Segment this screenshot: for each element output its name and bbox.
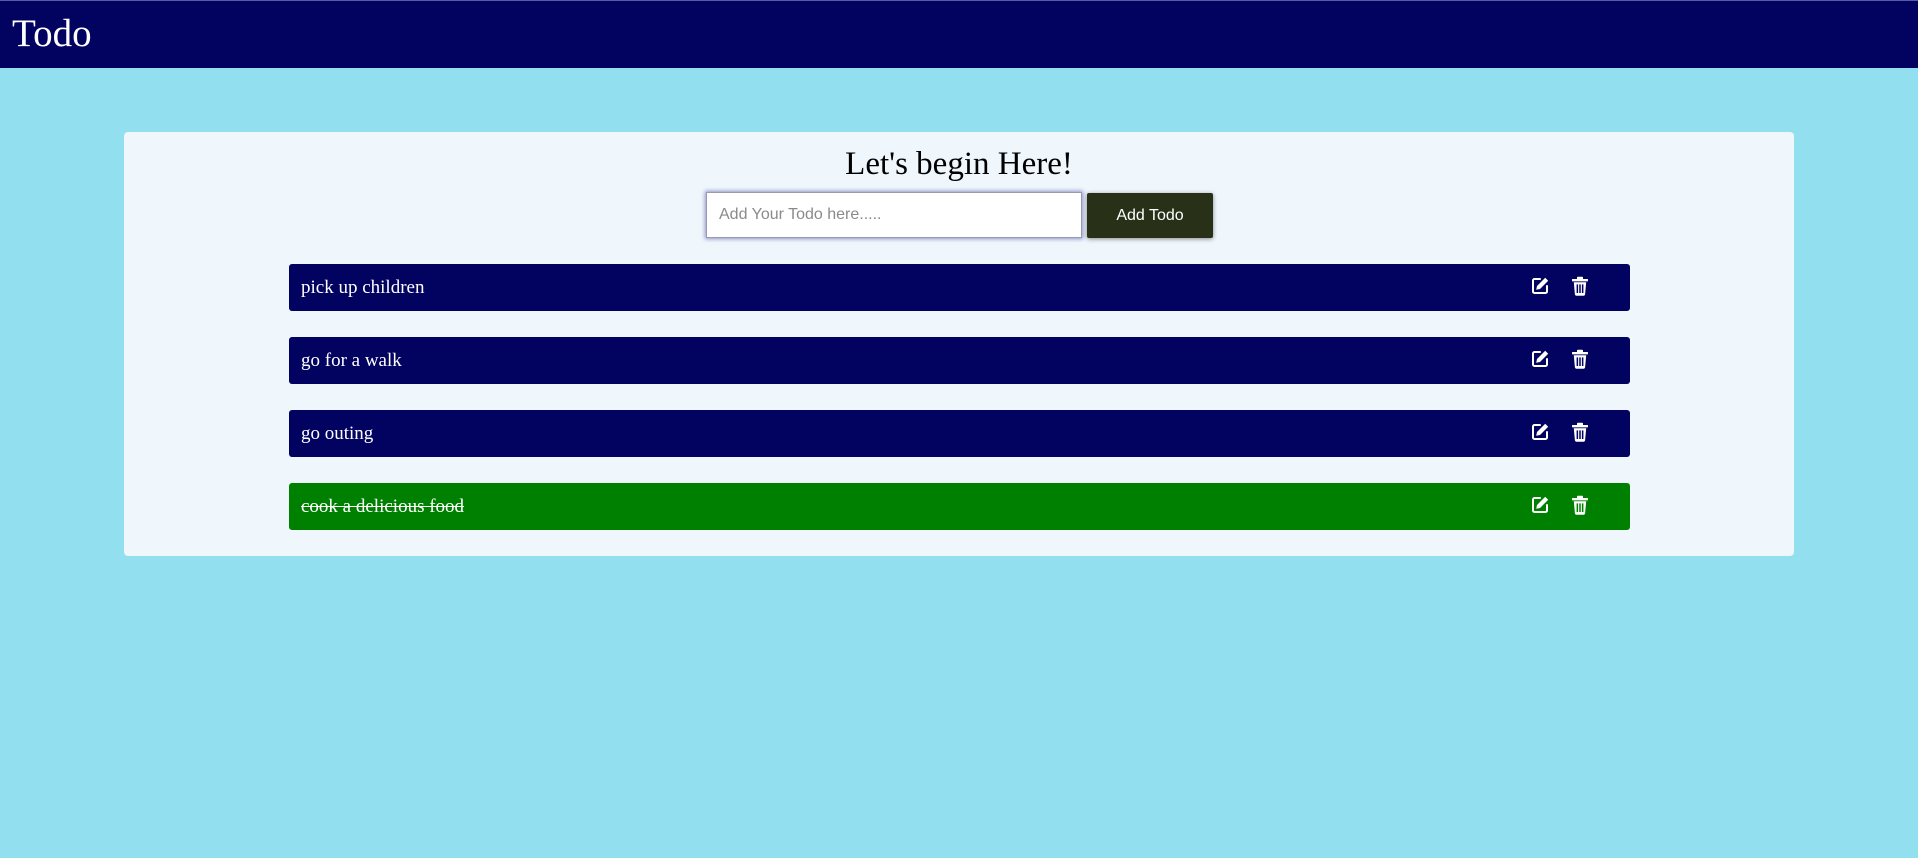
todo-text: pick up children <box>301 277 425 298</box>
todo-actions <box>1529 275 1591 297</box>
todo-item: go outing <box>289 410 1630 457</box>
todo-input[interactable] <box>706 192 1082 238</box>
todo-text: cook a delicious food <box>301 496 465 517</box>
todo-actions <box>1529 348 1591 370</box>
todo-actions <box>1529 421 1591 443</box>
top-navbar: Todo <box>0 0 1918 68</box>
todo-list: pick up children go for a walk go outing… <box>289 264 1630 556</box>
edit-icon[interactable] <box>1529 348 1551 370</box>
page-heading: Let's begin Here! <box>845 146 1073 182</box>
trash-icon[interactable] <box>1569 275 1591 297</box>
todo-card: Let's begin Here! Add Todo pick up child… <box>124 132 1794 556</box>
app-title: Todo <box>12 12 92 55</box>
edit-icon[interactable] <box>1529 421 1551 443</box>
edit-icon[interactable] <box>1529 275 1551 297</box>
trash-icon[interactable] <box>1569 494 1591 516</box>
add-todo-button[interactable]: Add Todo <box>1087 193 1213 238</box>
trash-icon[interactable] <box>1569 348 1591 370</box>
trash-icon[interactable] <box>1569 421 1591 443</box>
todo-item: pick up children <box>289 264 1630 311</box>
todo-actions <box>1529 494 1591 516</box>
todo-item: go for a walk <box>289 337 1630 384</box>
todo-item-completed: cook a delicious food <box>289 483 1630 530</box>
edit-icon[interactable] <box>1529 494 1551 516</box>
todo-text: go outing <box>301 423 374 444</box>
todo-text: go for a walk <box>301 350 402 371</box>
